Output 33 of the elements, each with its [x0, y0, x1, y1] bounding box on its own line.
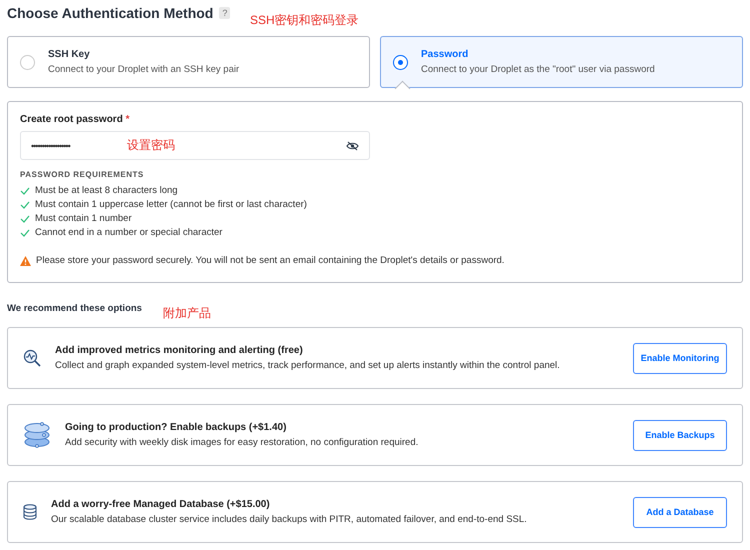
requirement-text: Cannot end in a number or special character — [35, 227, 222, 238]
annotation: 附加产品 — [163, 305, 211, 322]
warning-icon — [20, 256, 31, 266]
database-icon — [23, 504, 37, 520]
requirements-heading: PASSWORD REQUIREMENTS — [20, 170, 145, 179]
section-heading: We recommend these options — [7, 303, 142, 315]
recommendation-description: Add security with weekly disk images for easy restoration, no configuration required. — [65, 437, 420, 448]
magnifier-chart-icon — [23, 349, 41, 367]
option-title: SSH Key — [48, 49, 91, 60]
action-button[interactable]: Add a Database — [633, 496, 727, 528]
requirement-text: Must contain 1 number — [35, 213, 132, 224]
requirement-text: Must be at least 8 characters long — [35, 185, 178, 196]
warning-text: Please store your password securely. You will not be sent an email containing the Droplet's details or password. — [36, 255, 504, 266]
option-description: Connect to your Droplet as the "root" user via password — [421, 64, 655, 75]
disk-stack-icon — [23, 421, 51, 449]
eye-slash-icon[interactable] — [346, 140, 359, 150]
help-badge[interactable]: ? — [219, 7, 230, 19]
recommendation-title: Add improved metrics monitoring and alerting (free) — [55, 345, 304, 356]
radio-button[interactable] — [393, 54, 408, 70]
annotation: 设置密码 — [127, 137, 175, 154]
recommendation-description: Our scalable database cluster service includes daily backups with PITR, automated failover, and end-to-end SSL. — [51, 514, 528, 525]
auth-option-card[interactable]: SSH Key Connect to your Droplet with an SSH key pair — [7, 36, 370, 88]
option-description: Connect to your Droplet with an SSH key pair — [48, 64, 240, 75]
recommendation-description: Collect and graph expanded system-level metrics, track performance, and set up alerts instantly within the control panel. — [55, 360, 561, 371]
action-button[interactable]: Enable Backups — [633, 420, 727, 450]
recommendation-title: Add a worry-free Managed Database (+$15.00) — [51, 499, 271, 510]
recommendation-title: Going to production? Enable backups (+$1.40) — [65, 422, 288, 433]
section-title: Choose Authentication Method — [7, 5, 214, 21]
field-label: Create root password * — [20, 114, 130, 125]
action-button[interactable]: Enable Monitoring — [633, 342, 727, 374]
requirement-text: Must contain 1 uppercase letter (cannot be first or last character) — [35, 199, 307, 210]
annotation: SSH密钥和密码登录 — [250, 12, 359, 29]
option-title: Password — [421, 49, 470, 60]
